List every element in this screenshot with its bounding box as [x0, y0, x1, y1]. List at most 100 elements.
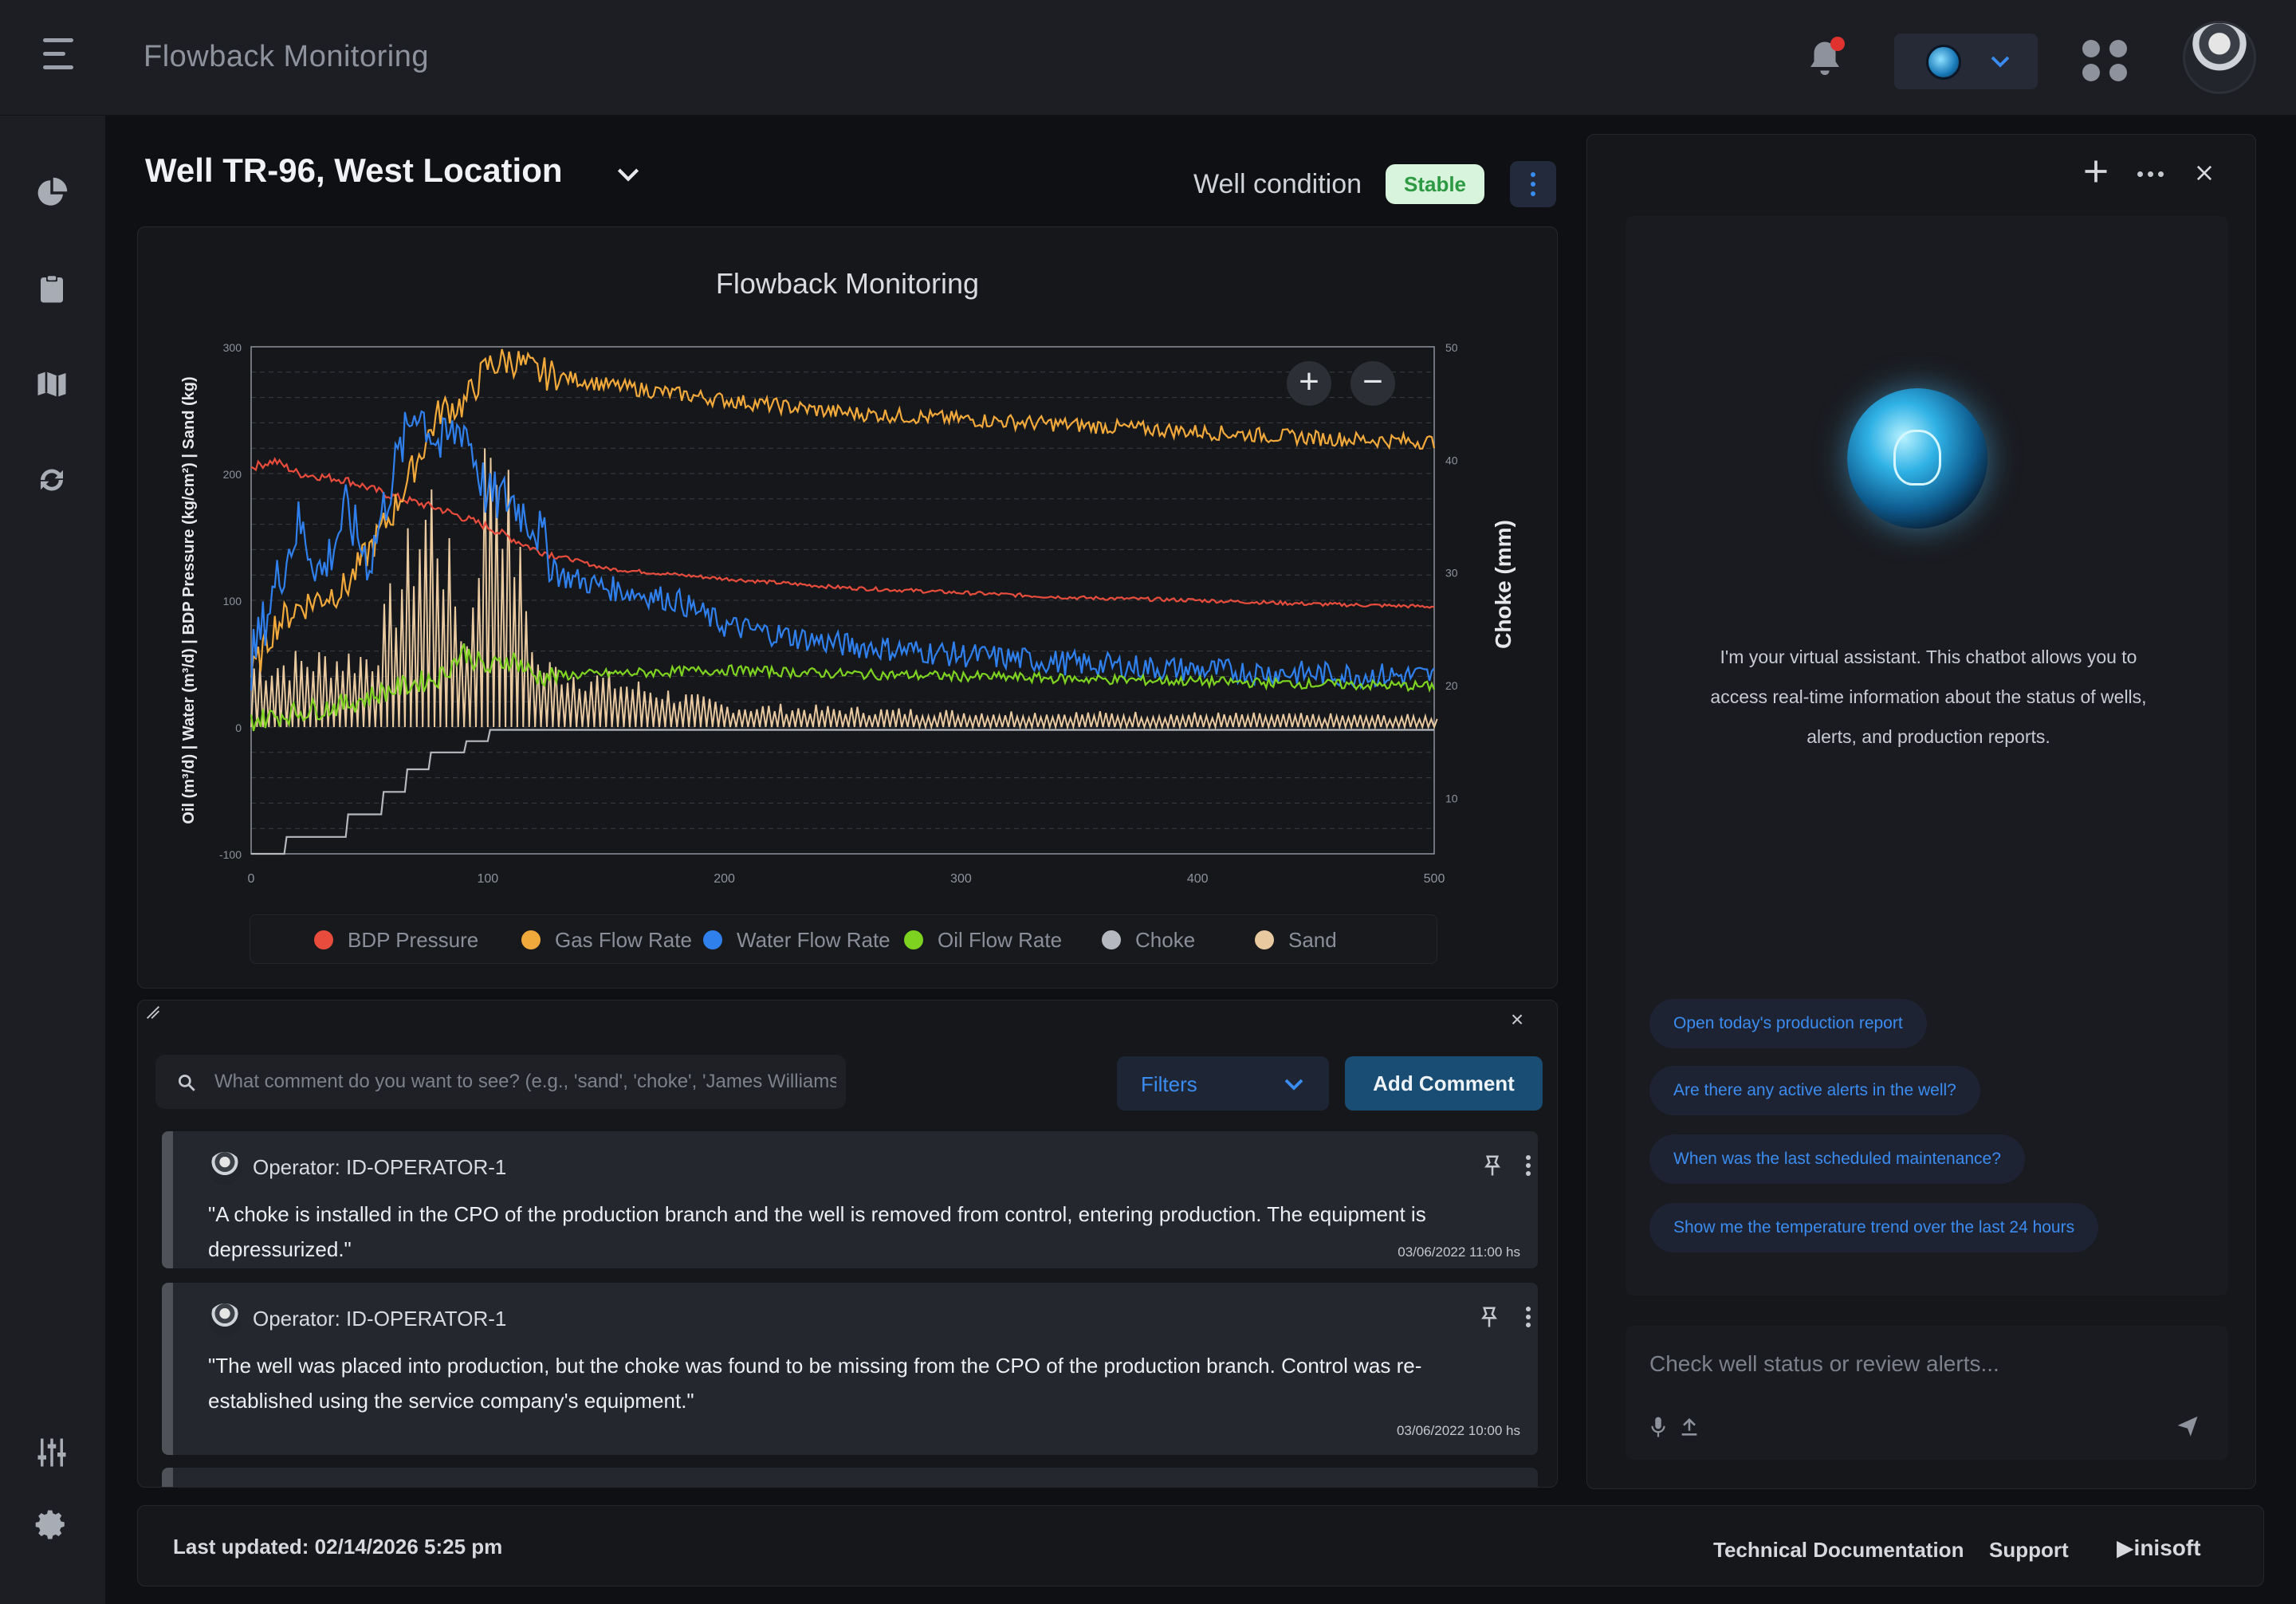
pin-icon[interactable]: [1477, 1305, 1501, 1329]
x-tick-label: 200: [714, 872, 735, 886]
filters-label: Filters: [1141, 1072, 1197, 1096]
microphone-icon[interactable]: [1649, 1415, 1667, 1439]
assistant-orb-icon: [1847, 388, 1987, 529]
well-title: Well TR-96, West Location: [145, 151, 563, 189]
technical-documentation-link[interactable]: Technical Documentation: [1713, 1538, 1964, 1563]
comment-text: "A choke is installed in the CPO of the …: [208, 1202, 1426, 1261]
filters-button[interactable]: Filters: [1117, 1056, 1329, 1111]
comment-item: Operator: ID-OPERATOR-1 "A choke is inst…: [162, 1131, 1538, 1268]
avatar: [208, 1303, 242, 1337]
notification-dot: [1830, 37, 1845, 51]
sync-icon[interactable]: [35, 463, 69, 497]
y-tick-label: 0: [235, 721, 242, 734]
last-updated: Last updated: 02/14/2026 5:25 pm: [173, 1535, 503, 1559]
well-condition-label: Well condition: [1193, 169, 1362, 199]
chart-legend: BDP Pressure Gas Flow Rate Water Flow Ra…: [250, 914, 1437, 964]
chevron-down-icon: [1284, 1079, 1303, 1091]
comment-author: Operator: ID-OPERATOR-1: [253, 1307, 507, 1331]
legend-item-gas-flow-rate[interactable]: Gas Flow Rate: [521, 926, 692, 953]
footer: Last updated: 02/14/2026 5:25 pm Technic…: [137, 1505, 2264, 1586]
zoom-in-button[interactable]: +: [1287, 361, 1331, 406]
comment-author: Operator: ID-OPERATOR-1: [253, 1155, 507, 1179]
close-icon[interactable]: [2193, 162, 2215, 184]
status-badge: Stable: [1386, 164, 1484, 204]
x-tick-label: 500: [1424, 872, 1445, 886]
legend-item-water-flow-rate[interactable]: Water Flow Rate: [703, 926, 890, 953]
pin-icon[interactable]: [1480, 1154, 1504, 1177]
grid-icon[interactable]: [2082, 40, 2129, 81]
bell-icon[interactable]: [1803, 37, 1846, 81]
pie-chart-icon[interactable]: [35, 176, 69, 210]
well-options-button[interactable]: [1510, 161, 1556, 207]
upload-icon[interactable]: [1678, 1415, 1700, 1439]
assistant-panel: I'm your virtual assistant. This chatbot…: [1586, 134, 2256, 1489]
legend-item-bdp-pressure[interactable]: BDP Pressure: [314, 926, 478, 953]
avatar: [208, 1152, 242, 1185]
organization-select[interactable]: [1894, 33, 2038, 89]
assistant-intro: I'm your virtual assistant. This chatbot…: [1710, 647, 2147, 747]
well-selector-chevron-icon[interactable]: [612, 158, 644, 190]
chart-card: Flowback Monitoring 0 100 200 300 400 500 -100…: [137, 226, 1558, 989]
y-axis-label: Oil (m³/d) | Water (m³/d) | BDP Pressure…: [180, 376, 198, 824]
chat-input[interactable]: [1649, 1342, 2192, 1386]
series-line-choke: [251, 729, 1434, 855]
series-line-bdp-pressure: [250, 457, 1435, 609]
brand-logo: ▶inisoft: [2117, 1535, 2201, 1560]
comment-menu-icon[interactable]: [1520, 1305, 1536, 1329]
collapse-icon[interactable]: [144, 1004, 162, 1021]
add-comment-button[interactable]: Add Comment: [1345, 1056, 1543, 1111]
organization-logo-icon: [1926, 45, 1961, 80]
user-avatar[interactable]: [2183, 21, 2256, 94]
sliders-icon[interactable]: [35, 1436, 69, 1469]
y2-tick-label: 40: [1445, 454, 1458, 466]
comment-date: 03/06/2022 10:00 hs: [1396, 1423, 1520, 1438]
y-tick-label: 200: [223, 468, 242, 481]
support-link[interactable]: Support: [1989, 1538, 2069, 1563]
suggestion-chip[interactable]: When was the last scheduled maintenance?: [1649, 1134, 2025, 1184]
hamburger-icon[interactable]: [43, 38, 78, 73]
comments-card: × Filters Add Comment Operator: ID-OPERA…: [137, 1000, 1558, 1488]
search-input[interactable]: [214, 1055, 836, 1109]
series-line-water-flow-rate: [250, 410, 1435, 691]
legend-item-choke[interactable]: Choke: [1102, 926, 1195, 953]
chat-area: I'm your virtual assistant. This chatbot…: [1626, 216, 2228, 1295]
flowback-chart[interactable]: 0 100 200 300 400 500 -100 0 100 200 300 10 20 30 40 50…: [138, 227, 1559, 905]
x-tick-label: 300: [950, 872, 972, 886]
y2-axis-label: Choke (mm): [1491, 520, 1516, 649]
chat-input-box: [1626, 1326, 2228, 1460]
top-bar: Flowback Monitoring: [0, 0, 2296, 116]
clipboard-icon[interactable]: [35, 272, 69, 305]
comment-item: [162, 1468, 1538, 1487]
y-tick-label: -100: [219, 848, 242, 861]
app-title: Flowback Monitoring: [144, 40, 429, 73]
x-tick-label: 0: [248, 872, 255, 886]
y2-tick-label: 10: [1445, 792, 1458, 804]
y2-tick-label: 50: [1445, 341, 1458, 354]
comment-menu-icon[interactable]: [1520, 1154, 1536, 1177]
x-tick-label: 100: [477, 872, 498, 886]
suggestion-chip[interactable]: Are there any active alerts in the well?: [1649, 1066, 1980, 1115]
send-icon[interactable]: [2176, 1413, 2200, 1437]
search-icon: [178, 1074, 195, 1091]
comment-date: 03/06/2022 11:00 hs: [1398, 1244, 1520, 1260]
series-line-gas-flow-rate: [250, 348, 1436, 678]
comment-search: [155, 1055, 846, 1109]
chevron-down-icon: [1991, 56, 2010, 68]
suggestion-chip[interactable]: Open today's production report: [1649, 999, 1927, 1048]
y2-tick-label: 30: [1445, 567, 1458, 580]
new-chat-icon[interactable]: [2082, 157, 2110, 186]
map-icon[interactable]: [35, 368, 69, 401]
comment-item: Operator: ID-OPERATOR-1 "The well was pl…: [162, 1283, 1538, 1455]
more-options-icon[interactable]: [2137, 171, 2166, 178]
close-icon[interactable]: ×: [1506, 1008, 1528, 1031]
x-tick-label: 400: [1187, 872, 1209, 886]
legend-item-oil-flow-rate[interactable]: Oil Flow Rate: [904, 926, 1062, 953]
zoom-out-button[interactable]: −: [1350, 361, 1395, 406]
y-tick-label: 300: [223, 341, 242, 354]
suggestion-chip[interactable]: Show me the temperature trend over the l…: [1649, 1203, 2099, 1252]
gear-icon[interactable]: [35, 1508, 69, 1541]
legend-item-sand[interactable]: Sand: [1255, 926, 1337, 953]
y2-tick-label: 20: [1445, 679, 1458, 692]
y-tick-label: 100: [223, 595, 242, 607]
sidebar: [0, 116, 105, 1604]
